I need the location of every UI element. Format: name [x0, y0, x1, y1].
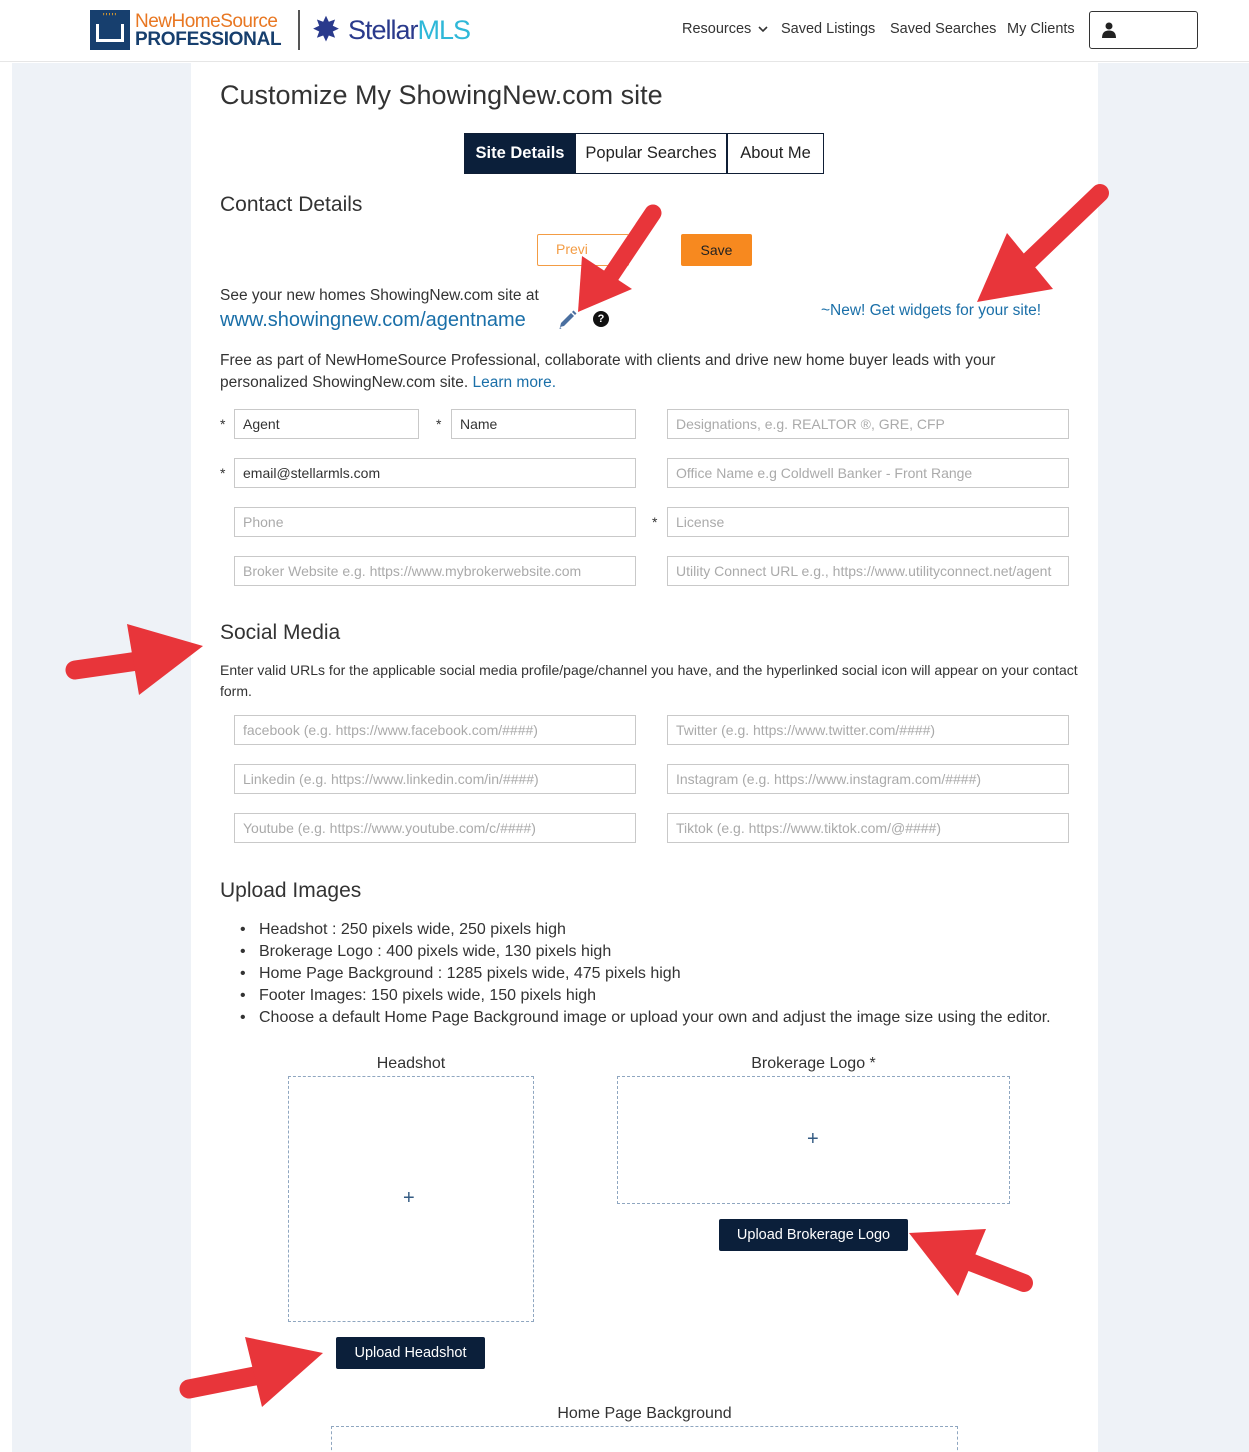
annotation-arrow-headshot [179, 1337, 323, 1407]
